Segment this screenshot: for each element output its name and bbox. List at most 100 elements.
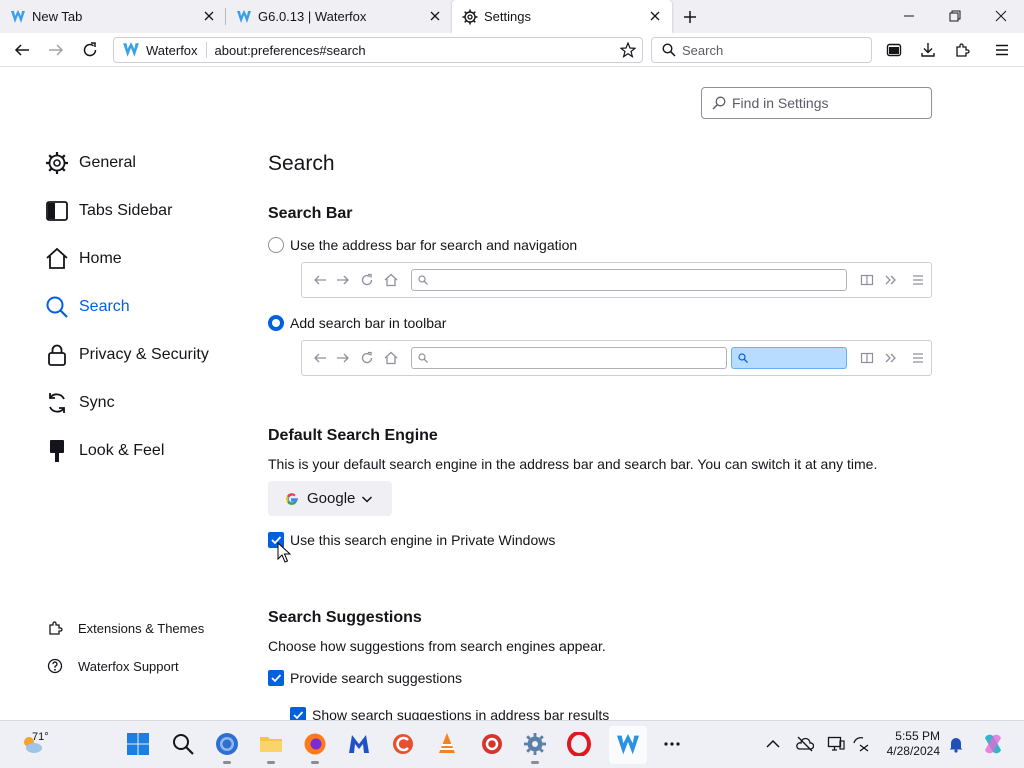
find-in-settings-input[interactable]: Find in Settings bbox=[701, 87, 932, 119]
search-suggestions-heading: Search Suggestions bbox=[268, 609, 422, 626]
radio-address-bar[interactable]: Use the address bar for search and navig… bbox=[268, 235, 577, 255]
sidebar-panel-icon bbox=[886, 43, 902, 57]
window-close-icon[interactable] bbox=[991, 6, 1011, 26]
forward-arrow-icon bbox=[337, 275, 349, 285]
close-tab-icon[interactable] bbox=[428, 9, 442, 23]
tab-new-tab[interactable]: New Tab bbox=[0, 0, 226, 33]
hamburger-menu-icon bbox=[913, 275, 923, 285]
forward-arrow-icon bbox=[49, 44, 64, 56]
waterfox-icon bbox=[236, 9, 252, 25]
restore-icon[interactable] bbox=[945, 6, 965, 26]
gear-icon bbox=[462, 9, 478, 25]
notification-bell-icon[interactable] bbox=[947, 735, 965, 753]
gear-icon bbox=[45, 151, 69, 175]
toolbar-search-box[interactable]: Search bbox=[651, 37, 872, 63]
chevron-up-icon[interactable] bbox=[764, 735, 782, 753]
category-label: Sync bbox=[79, 394, 115, 411]
radio-search-bar-toolbar[interactable]: Add search bar in toolbar bbox=[268, 313, 446, 333]
extensions-button[interactable] bbox=[951, 39, 973, 61]
category-general[interactable]: General bbox=[45, 147, 136, 179]
preview-unified-bar bbox=[301, 262, 932, 298]
category-look-feel[interactable]: Look & Feel bbox=[45, 435, 164, 467]
category-label: Look & Feel bbox=[79, 442, 165, 459]
forward-button[interactable] bbox=[45, 39, 67, 61]
checkbox-checked[interactable] bbox=[268, 670, 284, 686]
brush-icon bbox=[45, 439, 69, 463]
start-button[interactable] bbox=[125, 731, 151, 757]
category-tabs-sidebar[interactable]: Tabs Sidebar bbox=[45, 195, 172, 227]
waterfox-support-link[interactable]: Waterfox Support bbox=[47, 656, 179, 676]
bookmark-star-icon[interactable] bbox=[620, 42, 636, 58]
forward-arrow-icon bbox=[337, 353, 349, 363]
folder-icon bbox=[260, 737, 282, 752]
category-label: Tabs Sidebar bbox=[79, 202, 173, 219]
radio-button-selected[interactable] bbox=[268, 315, 284, 331]
taskbar-ccleaner[interactable] bbox=[390, 731, 416, 757]
tab-waterfox-release[interactable]: G6.0.13 | Waterfox bbox=[226, 0, 452, 33]
taskbar-ccleaner-browser[interactable] bbox=[479, 731, 505, 757]
puzzle-icon bbox=[956, 43, 970, 57]
downloads-button[interactable] bbox=[917, 39, 939, 61]
vlc-cone-icon bbox=[439, 733, 455, 753]
running-indicator bbox=[267, 761, 275, 764]
taskbar-overflow-button[interactable] bbox=[659, 731, 685, 757]
back-button[interactable] bbox=[11, 39, 33, 61]
taskbar-firefox[interactable] bbox=[302, 731, 328, 764]
minimize-icon[interactable] bbox=[899, 6, 919, 26]
new-tab-plus-icon[interactable] bbox=[680, 7, 700, 27]
reload-icon bbox=[83, 42, 97, 57]
sidebar-toggle-button[interactable] bbox=[883, 39, 905, 61]
footer-link-label: Waterfox Support bbox=[78, 658, 179, 674]
taskbar-chrome[interactable] bbox=[214, 731, 240, 764]
category-search[interactable]: Search bbox=[45, 291, 130, 323]
hamburger-menu-icon bbox=[996, 44, 1008, 56]
identity-label[interactable]: Waterfox bbox=[146, 43, 198, 58]
extensions-themes-link[interactable]: Extensions & Themes bbox=[47, 618, 204, 638]
display-icon[interactable] bbox=[827, 735, 845, 753]
category-privacy-security[interactable]: Privacy & Security bbox=[45, 339, 209, 371]
category-home[interactable]: Home bbox=[45, 243, 122, 275]
close-tab-icon[interactable] bbox=[202, 9, 216, 23]
checkmark-icon bbox=[271, 674, 282, 683]
overflow-chevrons-icon bbox=[885, 353, 896, 363]
search-icon bbox=[418, 353, 428, 363]
app-menu-button[interactable] bbox=[991, 39, 1013, 61]
onedrive-offline-icon[interactable] bbox=[796, 735, 814, 753]
url-divider bbox=[205, 42, 207, 58]
taskbar-search-button[interactable] bbox=[170, 731, 196, 757]
clock-time: 5:55 PM bbox=[895, 729, 940, 743]
system-clock[interactable]: 5:55 PM 4/28/2024 bbox=[878, 729, 940, 759]
reload-button[interactable] bbox=[79, 39, 101, 61]
tab-settings[interactable]: Settings bbox=[452, 0, 672, 33]
network-volume-icon[interactable] bbox=[852, 735, 870, 753]
address-bar[interactable]: Waterfox about:preferences#search bbox=[113, 37, 643, 63]
provide-suggestions-checkbox[interactable]: Provide search suggestions bbox=[268, 668, 462, 688]
running-indicator bbox=[531, 761, 539, 764]
back-arrow-icon bbox=[14, 44, 29, 56]
taskbar-settings[interactable] bbox=[522, 731, 548, 764]
weather-temp: 71° bbox=[32, 731, 49, 743]
puzzle-icon bbox=[49, 621, 63, 635]
taskbar-waterfox[interactable] bbox=[609, 726, 647, 764]
default-engine-heading: Default Search Engine bbox=[268, 427, 438, 444]
checkbox-label: Provide search suggestions bbox=[290, 670, 462, 686]
url-text[interactable]: about:preferences#search bbox=[215, 43, 366, 58]
preview-address-field bbox=[411, 347, 727, 369]
search-placeholder: Search bbox=[682, 42, 724, 58]
category-sync[interactable]: Sync bbox=[45, 387, 115, 419]
waterfox-icon bbox=[123, 42, 139, 57]
radio-button[interactable] bbox=[268, 237, 284, 253]
copilot-icon[interactable] bbox=[981, 732, 1005, 756]
taskbar-file-explorer[interactable] bbox=[258, 731, 284, 764]
default-engine-dropdown[interactable]: Google bbox=[268, 481, 392, 516]
private-windows-checkbox[interactable]: Use this search engine in Private Window… bbox=[268, 530, 555, 550]
checkbox-label: Use this search engine in Private Window… bbox=[290, 532, 556, 548]
waterfox-icon bbox=[617, 734, 639, 755]
taskbar-opera[interactable] bbox=[566, 731, 592, 757]
tab-strip: New Tab G6.0.13 | Waterfox Settings bbox=[0, 0, 1024, 33]
taskbar-malwarebytes[interactable] bbox=[346, 731, 372, 757]
taskbar-vlc[interactable] bbox=[434, 731, 460, 757]
search-bar-heading: Search Bar bbox=[268, 205, 353, 222]
close-tab-icon[interactable] bbox=[648, 9, 662, 23]
page-title: Search bbox=[268, 152, 335, 175]
